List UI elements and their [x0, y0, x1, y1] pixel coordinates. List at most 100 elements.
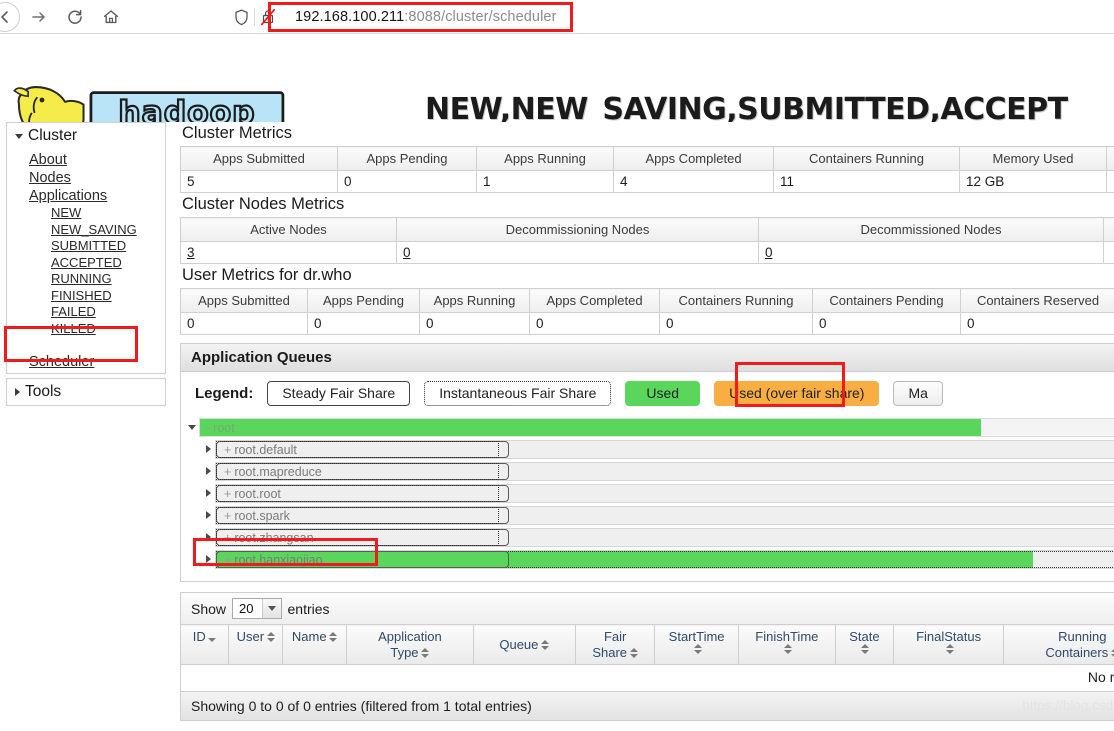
queue-row-root-default[interactable]: + root.default — [181, 439, 1114, 459]
sort-icon[interactable] — [861, 642, 870, 656]
url-text[interactable]: 192.168.100.211:8088/cluster/scheduler — [281, 9, 557, 25]
column-header-starttime[interactable]: StartTime — [654, 624, 739, 665]
column-header-state[interactable]: State — [834, 624, 895, 665]
sort-icon[interactable] — [783, 642, 792, 656]
column-header[interactable]: Containers Pending — [812, 288, 961, 313]
sidebar-state-label[interactable]: SUBMITTED — [51, 238, 126, 253]
expand-collapse-icon[interactable] — [201, 467, 215, 475]
sidebar-state-label[interactable]: RUNNING — [51, 271, 112, 286]
sort-icon[interactable] — [540, 638, 549, 652]
column-header[interactable]: Apps Submitted — [180, 288, 308, 313]
sidebar-tools-header[interactable]: Tools — [7, 379, 165, 405]
queue-row-root[interactable]: - root — [181, 417, 1114, 437]
sidebar-item-failed[interactable]: FAILED — [51, 304, 165, 321]
sidebar-item-applications[interactable]: Applications — [29, 187, 165, 205]
sidebar-item-submitted[interactable]: SUBMITTED — [51, 238, 165, 255]
column-header[interactable]: Containers Running — [773, 146, 960, 171]
home-button[interactable] — [94, 2, 128, 32]
sidebar-item-label[interactable]: About — [29, 152, 67, 168]
address-bar[interactable]: 192.168.100.211:8088/cluster/scheduler — [228, 2, 557, 32]
metric-value[interactable]: 3 — [187, 245, 195, 260]
shield-icon[interactable] — [228, 3, 254, 31]
sidebar: Cluster About Nodes Applications NEW NEW… — [0, 122, 166, 731]
sort-icon[interactable] — [208, 630, 217, 644]
queue-row-root-zhangsan[interactable]: + root.zhangsan — [181, 527, 1114, 547]
queue-bar-track: + root.root — [215, 483, 1114, 503]
lock-crossed-icon[interactable] — [255, 3, 281, 31]
column-header[interactable]: Apps Completed — [529, 288, 660, 313]
expand-collapse-icon[interactable] — [185, 424, 199, 430]
sidebar-state-label[interactable]: NEW_SAVING — [51, 222, 137, 237]
sidebar-item-about[interactable]: About — [29, 151, 165, 169]
column-header[interactable]: Apps Running — [476, 146, 614, 171]
sidebar-item-label[interactable]: Applications — [29, 188, 107, 204]
expand-collapse-icon[interactable] — [201, 489, 215, 497]
column-header-name[interactable]: Name — [282, 624, 348, 665]
column-header[interactable]: Apps Running — [419, 288, 530, 313]
queue-row-root-spark[interactable]: + root.spark — [181, 505, 1114, 525]
metric-value: 0 — [180, 312, 308, 335]
sidebar-state-label[interactable]: FINISHED — [51, 288, 112, 303]
sort-icon[interactable] — [421, 646, 430, 660]
reload-icon — [68, 9, 82, 24]
sidebar-state-label[interactable]: KILLED — [51, 321, 96, 336]
metric-value-cell: 0 — [396, 241, 759, 264]
sidebar-item-accepted[interactable]: ACCEPTED — [51, 255, 165, 272]
queue-row-root-root[interactable]: + root.root — [181, 483, 1114, 503]
column-header[interactable]: Containers Reserved — [960, 288, 1114, 313]
sort-icon[interactable] — [266, 630, 275, 644]
column-header-running-containers[interactable]: Running Containers — [1003, 624, 1114, 665]
sort-icon[interactable] — [329, 630, 338, 644]
expand-collapse-icon[interactable] — [201, 555, 215, 563]
chevron-down-icon[interactable] — [261, 599, 281, 618]
sidebar-item-killed[interactable]: KILLED — [51, 321, 165, 338]
sort-icon[interactable] — [945, 642, 954, 656]
back-button[interactable] — [0, 1, 20, 32]
entries-per-page-value: 20 — [239, 601, 254, 616]
column-header-queue[interactable]: Queue — [472, 624, 577, 665]
sidebar-item-label[interactable]: Nodes — [29, 170, 71, 186]
sidebar-item-nodes[interactable]: Nodes — [29, 169, 165, 187]
sort-icon[interactable] — [693, 642, 702, 656]
column-header-finishtime[interactable]: FinishTime — [737, 624, 836, 665]
sidebar-cluster-header[interactable]: Cluster — [7, 123, 165, 149]
column-header[interactable] — [1106, 146, 1114, 171]
sort-desc-glyph — [540, 646, 549, 650]
sort-icon[interactable] — [1110, 646, 1114, 660]
sidebar-state-label[interactable]: NEW — [51, 205, 81, 220]
application-queues-title: Application Queues — [181, 344, 1114, 372]
entries-per-page-select[interactable]: 20 — [232, 598, 282, 619]
metric-value[interactable]: 0 — [403, 245, 411, 260]
column-header-fair-share[interactable]: Fair Share — [575, 624, 656, 665]
queue-row-root-hanxiaojiao[interactable]: + root.hanxiaojiao — [181, 549, 1114, 569]
sidebar-state-label[interactable]: ACCEPTED — [51, 255, 122, 270]
column-header-user[interactable]: User — [228, 624, 284, 665]
expand-collapse-icon[interactable] — [201, 533, 215, 541]
column-header[interactable] — [1103, 217, 1114, 242]
metric-value[interactable]: 0 — [765, 245, 773, 260]
sidebar-state-label[interactable]: FAILED — [51, 304, 96, 319]
sidebar-item-new[interactable]: NEW — [51, 205, 165, 222]
column-header[interactable]: Memory Used — [959, 146, 1107, 171]
column-header-application-type[interactable]: Application Type — [346, 624, 474, 665]
column-header[interactable]: Containers Running — [659, 288, 813, 313]
column-header[interactable]: Active Nodes — [180, 217, 397, 242]
queue-row-root-mapreduce[interactable]: + root.mapreduce — [181, 461, 1114, 481]
expand-collapse-icon[interactable] — [201, 511, 215, 519]
column-header[interactable]: Apps Completed — [613, 146, 774, 171]
column-header[interactable]: Apps Pending — [337, 146, 477, 171]
column-header[interactable]: Decommissioned Nodes — [758, 217, 1104, 242]
sort-icon[interactable] — [629, 646, 638, 660]
expand-collapse-icon[interactable] — [201, 445, 215, 453]
sidebar-item-running[interactable]: RUNNING — [51, 271, 165, 288]
reload-button[interactable] — [58, 2, 92, 32]
column-header[interactable]: Apps Pending — [307, 288, 420, 313]
column-header-finalstatus[interactable]: FinalStatus — [893, 624, 1005, 665]
column-header[interactable]: Decommissioning Nodes — [396, 217, 759, 242]
forward-button[interactable] — [22, 2, 56, 32]
sidebar-item-new-saving[interactable]: NEW_SAVING — [51, 222, 165, 239]
column-header-id[interactable]: ID — [179, 624, 230, 665]
sidebar-item-finished[interactable]: FINISHED — [51, 288, 165, 305]
column-header[interactable]: Apps Submitted — [180, 146, 338, 171]
sidebar-item-scheduler[interactable]: Scheduler — [29, 354, 94, 370]
